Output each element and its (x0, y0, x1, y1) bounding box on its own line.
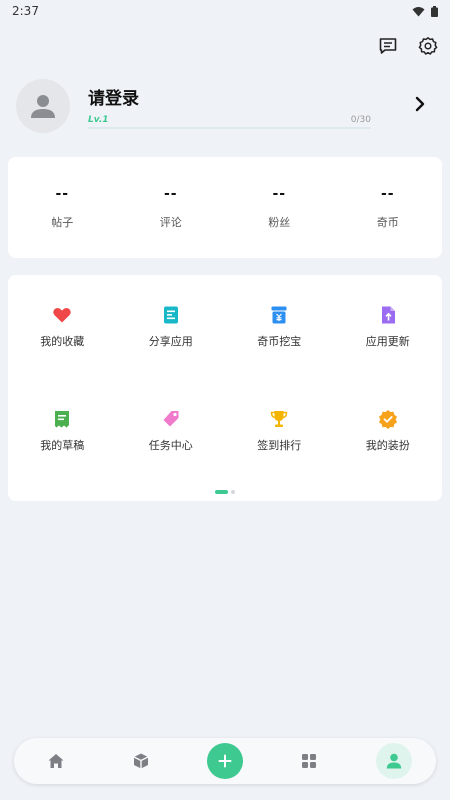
heart-icon (52, 305, 72, 325)
menu-label: 我的装扮 (365, 439, 410, 452)
menu-label: 奇币挖宝 (257, 335, 302, 348)
settings-button[interactable] (416, 34, 440, 58)
draft-icon (52, 409, 72, 429)
menu-label: 任务中心 (148, 439, 193, 452)
message-button[interactable] (376, 34, 400, 58)
tag-icon (161, 409, 181, 429)
level-progress-text: 0/30 (350, 114, 371, 125)
nav-home[interactable] (38, 743, 74, 779)
share-doc-icon (161, 305, 181, 325)
menu-decorations[interactable]: 我的装扮 (334, 379, 443, 483)
bottom-nav (14, 738, 436, 784)
level-badge: Lv.1 (88, 114, 109, 125)
home-icon (48, 754, 64, 768)
message-icon (379, 38, 397, 54)
nav-add-button[interactable] (206, 743, 243, 779)
nav-apps[interactable] (291, 743, 327, 779)
stat-value: -- (380, 185, 395, 202)
menu-checkin-rank[interactable]: 签到排行 (225, 379, 334, 483)
stat-value: -- (163, 185, 178, 202)
stat-label: 粉丝 (268, 215, 291, 229)
menu-label: 签到排行 (257, 439, 302, 452)
apps-icon (302, 754, 317, 768)
wifi-icon (412, 6, 425, 16)
menu-favorites[interactable]: 我的收藏 (8, 275, 117, 379)
menu-task-center[interactable]: 任务中心 (117, 379, 226, 483)
coin-box-icon (269, 305, 289, 325)
menu-card: 我的收藏 分享应用 奇币挖宝 应用更新 我的草稿 任务中心 签到排行 我的装扮 (8, 275, 442, 501)
add-icon (218, 754, 232, 768)
status-bar: 2:37 (0, 0, 450, 22)
menu-coin-treasure[interactable]: 奇币挖宝 (225, 275, 334, 379)
cube-icon (133, 753, 148, 769)
profile-arrow[interactable] (414, 96, 426, 116)
login-prompt[interactable]: 请登录 (88, 84, 371, 109)
badge-icon (378, 409, 398, 429)
profile-header[interactable]: 请登录 Lv.1 0/30 (16, 78, 436, 134)
menu-app-update[interactable]: 应用更新 (334, 275, 443, 379)
pager-dot-active[interactable] (215, 490, 228, 494)
menu-share-app[interactable]: 分享应用 (117, 275, 226, 379)
level-progress-bar (88, 126, 371, 129)
stat-label: 奇币 (376, 215, 399, 229)
menu-label: 我的草稿 (40, 439, 85, 452)
menu-label: 分享应用 (148, 335, 193, 348)
menu-grid: 我的收藏 分享应用 奇币挖宝 应用更新 我的草稿 任务中心 签到排行 我的装扮 (8, 275, 442, 483)
stat-value: -- (272, 185, 287, 202)
update-file-icon (378, 305, 398, 325)
trophy-icon (269, 409, 289, 429)
menu-label: 应用更新 (365, 335, 410, 348)
pager-dot[interactable] (231, 490, 235, 494)
stat-posts[interactable]: -- 帖子 (8, 157, 117, 258)
gear-icon (418, 37, 438, 55)
status-time: 2:37 (12, 4, 39, 18)
menu-pager (215, 490, 235, 494)
stat-fans[interactable]: -- 粉丝 (225, 157, 334, 258)
menu-drafts[interactable]: 我的草稿 (8, 379, 117, 483)
nav-discover[interactable] (123, 743, 159, 779)
battery-icon (431, 5, 438, 17)
chevron-right-icon (415, 96, 425, 112)
level-row: Lv.1 0/30 (88, 115, 371, 125)
stats-card: -- 帖子 -- 评论 -- 粉丝 -- 奇币 (8, 157, 442, 258)
status-icons (412, 5, 438, 17)
stat-label: 帖子 (51, 215, 74, 229)
default-avatar-icon (31, 95, 55, 118)
person-icon (386, 753, 401, 769)
stat-coins[interactable]: -- 奇币 (334, 157, 443, 258)
avatar[interactable] (16, 79, 70, 133)
nav-profile[interactable] (375, 743, 412, 779)
menu-label: 我的收藏 (40, 335, 85, 348)
profile-info: 请登录 Lv.1 0/30 (88, 84, 371, 129)
stat-value: -- (55, 185, 70, 202)
stat-comments[interactable]: -- 评论 (117, 157, 226, 258)
stat-label: 评论 (159, 215, 182, 229)
top-actions (376, 34, 440, 58)
